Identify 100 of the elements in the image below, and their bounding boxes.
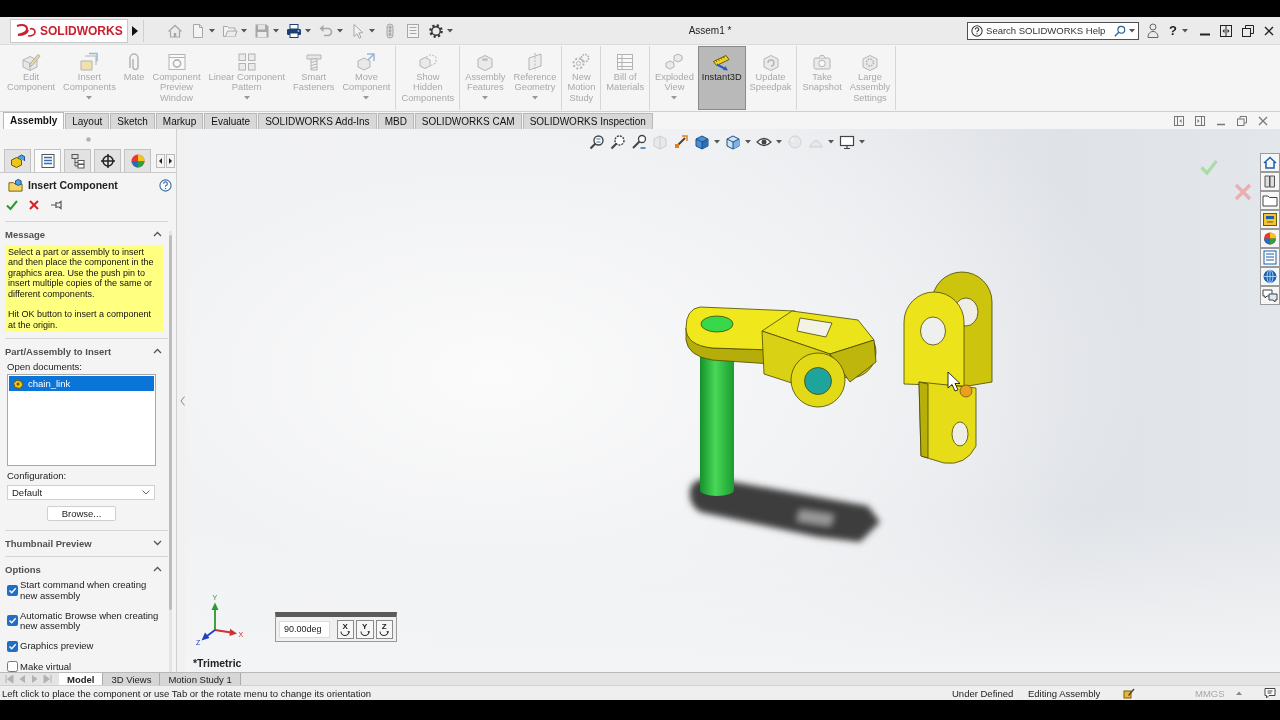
message-text: Select a part or assembly to insert and then place the component in the graphics area. Use the push pin to insert multiple copies of the same or different components.: [8, 247, 155, 300]
rotate-arrow-icon: [340, 630, 351, 636]
property-manager-tab[interactable]: [34, 149, 61, 172]
ribbon-tab[interactable]: Evaluate: [204, 113, 258, 129]
caret-icon: [337, 28, 343, 33]
zoom-fit-icon: [589, 134, 605, 150]
checkbox[interactable]: [7, 585, 18, 597]
display-style-button[interactable]: [694, 134, 720, 150]
view-orientation-button[interactable]: [725, 134, 751, 150]
help-icon[interactable]: [159, 178, 172, 192]
caret-icon[interactable]: [1236, 691, 1242, 695]
search-icon[interactable]: [1114, 24, 1127, 37]
ribbon-tab[interactable]: SOLIDWORKS CAM: [414, 113, 522, 129]
configuration-tab[interactable]: [64, 149, 91, 172]
model-tab[interactable]: Motion Study 1: [160, 673, 241, 685]
options-button[interactable]: [428, 22, 453, 39]
chevron-up-icon[interactable]: [153, 348, 162, 355]
pencil-icon[interactable]: [1123, 687, 1135, 699]
chevron-up-icon[interactable]: [153, 231, 162, 237]
document-list-item[interactable]: chain_link: [9, 376, 154, 392]
user-icon[interactable]: [1147, 23, 1160, 38]
screw-icon: [303, 52, 324, 72]
annotation-icon: [673, 134, 689, 150]
model-tab[interactable]: Model: [59, 673, 104, 685]
appearance-sphere-icon: [787, 134, 803, 150]
tile-left-icon[interactable]: [1174, 115, 1184, 126]
caret-icon: [671, 95, 678, 100]
checkbox[interactable]: [7, 640, 18, 652]
close-icon[interactable]: [1264, 25, 1274, 36]
caret-icon[interactable]: [1182, 28, 1188, 33]
home-icon[interactable]: [1260, 153, 1280, 172]
angle-field[interactable]: 90.00deg: [279, 620, 330, 638]
caret-icon: [241, 28, 247, 33]
assembly-cube-icon: [9, 153, 26, 169]
collapse-handle-icon[interactable]: [180, 395, 185, 406]
help-button[interactable]: ?: [1169, 23, 1177, 38]
status-text: Editing Assembly: [1028, 687, 1102, 699]
folder-icon[interactable]: [1260, 191, 1280, 210]
ribbon-tab[interactable]: Sketch: [110, 113, 155, 129]
configuration-tree-icon: [69, 153, 86, 169]
scroll-left-icon[interactable]: [156, 153, 165, 168]
rotate-axis-button[interactable]: Z: [375, 619, 393, 639]
zoom-to-fit-button[interactable]: [589, 134, 605, 150]
ribbon-tab[interactable]: SOLIDWORKS Inspection: [522, 113, 653, 129]
grip-handle-icon[interactable]: [85, 136, 91, 142]
rotate-axis-button[interactable]: X: [336, 619, 354, 639]
view-palette-icon[interactable]: [1260, 210, 1280, 229]
rotate-axis-button[interactable]: Y: [356, 619, 374, 639]
caret-icon: [243, 95, 250, 100]
browse-button[interactable]: Browse...: [47, 506, 116, 522]
checkbox[interactable]: [7, 661, 18, 672]
chat-bubbles-icon[interactable]: [1260, 286, 1280, 305]
ribbon-tab[interactable]: Markup: [155, 113, 204, 129]
globe-icon[interactable]: [1260, 267, 1280, 286]
flyout-arrow-icon[interactable]: [132, 25, 138, 36]
x-axis-arrow: [214, 628, 237, 636]
ribbon-tab[interactable]: Assembly: [3, 112, 65, 129]
previous-view-button[interactable]: [631, 134, 647, 150]
caret-icon[interactable]: [1129, 28, 1136, 33]
cube-arrow-icon: [356, 52, 377, 72]
tile-icon[interactable]: [1220, 24, 1232, 37]
pointer-icon: [350, 22, 366, 39]
view-settings-button[interactable]: [839, 134, 865, 150]
color-wheel-icon[interactable]: [1260, 229, 1280, 248]
rotate-arrow-icon: [359, 630, 370, 636]
property-list-icon[interactable]: [1260, 248, 1280, 267]
chevron-up-icon[interactable]: [153, 566, 162, 573]
logo-button[interactable]: SOLIDWORKS: [10, 18, 128, 43]
hole-cube-icon: [475, 52, 496, 72]
speech-bubble-icon[interactable]: [1264, 687, 1276, 699]
tile-right-icon[interactable]: [1195, 115, 1205, 126]
dimxpert-tab[interactable]: [94, 149, 121, 172]
restore-icon[interactable]: [1242, 24, 1254, 37]
cubes-icon: [417, 52, 438, 72]
feature-tree-tab[interactable]: [4, 149, 31, 172]
message-text: Hit OK button to insert a component at the origin.: [8, 309, 153, 331]
gears-icon: [571, 52, 592, 72]
checkbox[interactable]: [7, 615, 18, 627]
push-pin-icon[interactable]: [50, 199, 62, 211]
z-axis-arrow: [201, 629, 216, 641]
ribbon-tab[interactable]: Layout: [65, 113, 110, 129]
check-icon[interactable]: [1200, 158, 1218, 176]
camera-icon: [812, 52, 833, 72]
search-field[interactable]: Search SOLIDWORKS Help: [967, 21, 1140, 40]
ribbon-tab[interactable]: MBD: [377, 113, 414, 129]
field-label: Configuration:: [6, 470, 68, 482]
print-button[interactable]: [286, 22, 311, 39]
check-icon[interactable]: [6, 199, 18, 211]
instant3d-button[interactable]: Instant3D: [697, 46, 746, 110]
zoom-to-area-button[interactable]: [610, 134, 626, 150]
section-view-icon: [652, 134, 668, 150]
scroll-right-icon[interactable]: [166, 153, 175, 168]
model-tab[interactable]: 3D Views: [103, 673, 161, 685]
dynamic-annotation-button[interactable]: [673, 134, 689, 150]
chevron-down-icon[interactable]: [153, 540, 162, 547]
configuration-dropdown[interactable]: Default: [7, 485, 155, 501]
monitor-icon: [839, 134, 855, 150]
parts-library-icon[interactable]: [1260, 172, 1280, 191]
ribbon-tab[interactable]: SOLIDWORKS Add-Ins: [258, 113, 377, 129]
display-manager-tab[interactable]: [124, 149, 151, 172]
